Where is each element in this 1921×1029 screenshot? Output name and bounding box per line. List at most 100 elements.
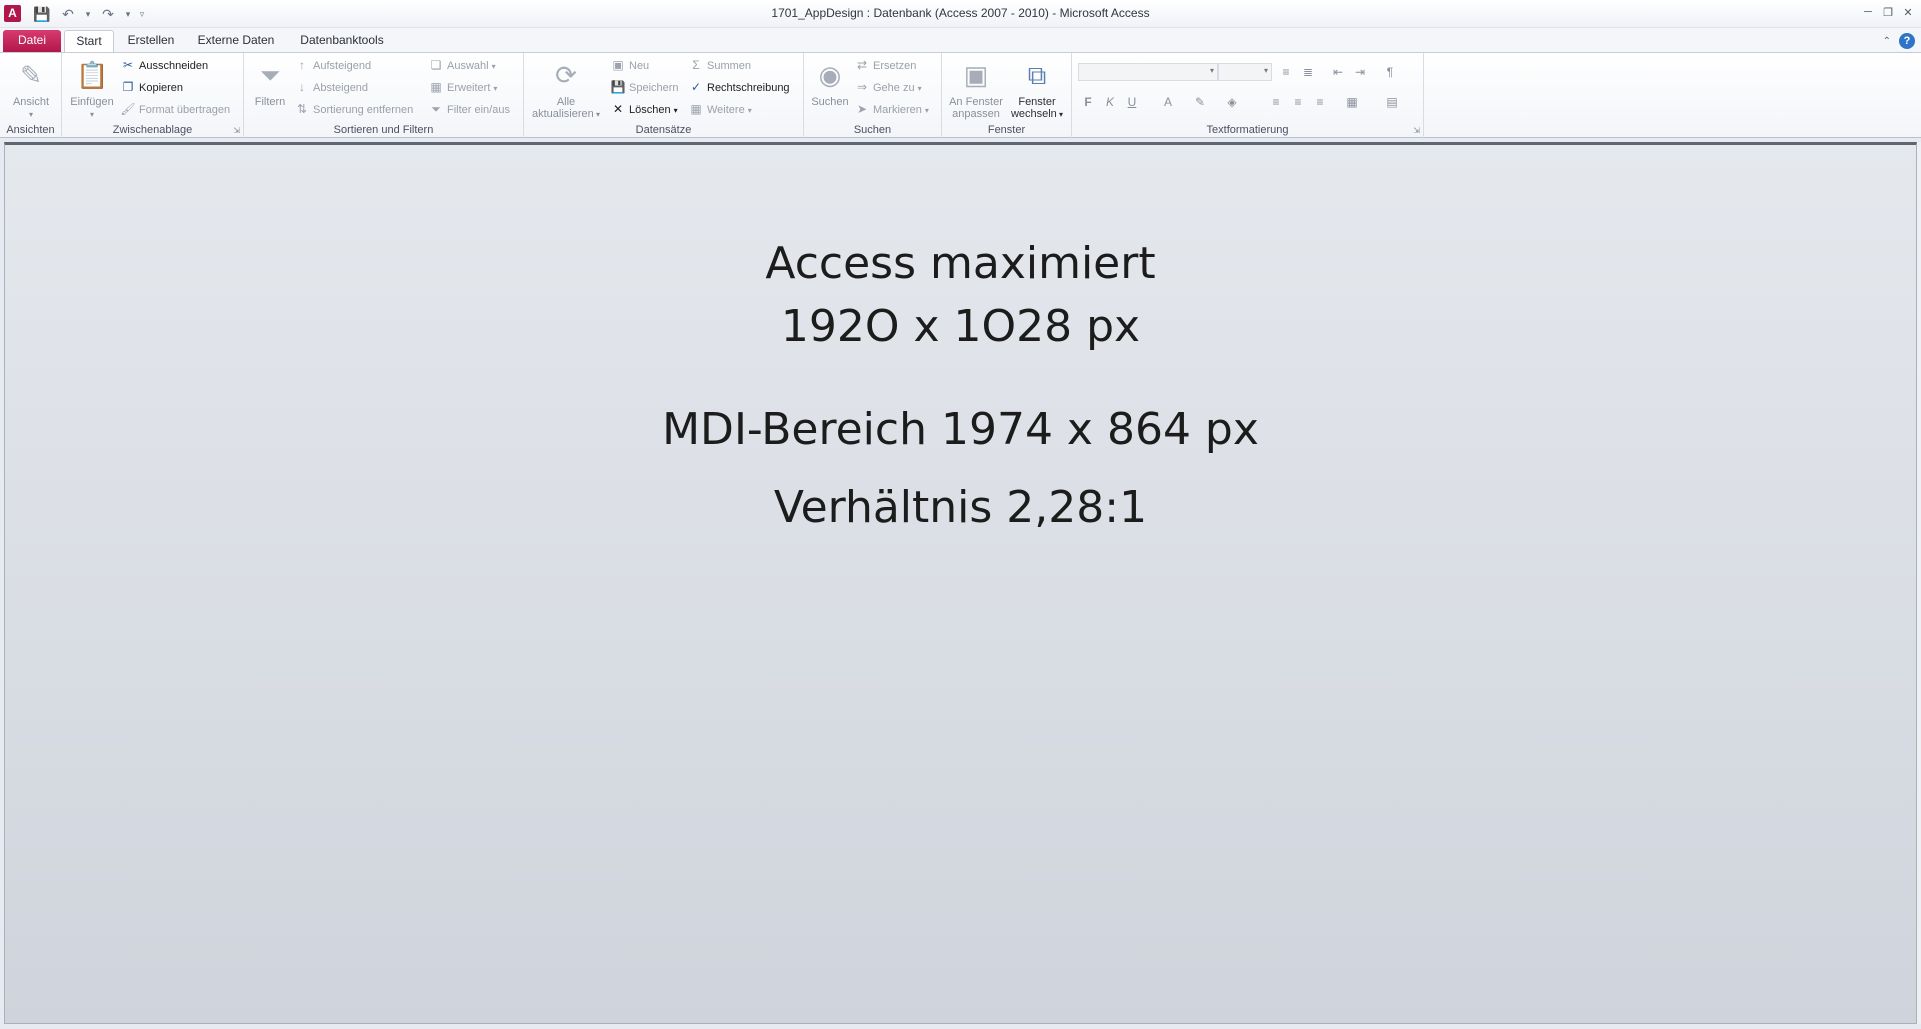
suchen-label: Suchen — [811, 96, 849, 108]
bold-button[interactable]: F — [1078, 93, 1098, 111]
weitere-button[interactable]: ▦ Weitere ▾ — [688, 100, 751, 118]
help-icon[interactable]: ? — [1899, 33, 1915, 49]
gehezu-dropdown-icon: ▾ — [917, 84, 922, 93]
ansicht-dropdown-icon: ▾ — [28, 110, 33, 119]
markieren-button[interactable]: ➤ Markieren ▾ — [854, 100, 929, 118]
paragraph-direction-icon[interactable]: ¶ — [1380, 63, 1400, 81]
group-datensaetze: ⟳ Alle aktualisieren ▾ ▣ Neu 💾 Speichern ✕… — [524, 53, 804, 139]
tab-datenbanktools[interactable]: Datenbanktools — [292, 30, 392, 52]
fit-window-icon: ▣ — [963, 60, 989, 90]
align-left-icon[interactable]: ≡ — [1266, 93, 1286, 111]
fill-color-icon[interactable]: ◈ — [1222, 93, 1242, 111]
group-textformatierung: ▾ ▾ ≡ ≣ ⇤ ⇥ ¶ F K U A ✎ ◈ ≡ ≡ ≡ ▦ ▤ Text… — [1072, 53, 1424, 139]
binoculars-icon: ◉ — [818, 60, 842, 90]
minimize-window-icon[interactable]: ─ — [1859, 4, 1877, 20]
format-label: Format übertragen — [139, 104, 231, 116]
tab-externe-daten[interactable]: Externe Daten — [192, 30, 280, 52]
summen-label: Summen — [707, 60, 752, 72]
decrease-indent-icon[interactable]: ⇤ — [1328, 63, 1348, 81]
markieren-label: Markieren — [873, 104, 922, 116]
auswahl-button[interactable]: ❏ Auswahl ▾ — [428, 56, 496, 74]
kopieren-label: Kopieren — [139, 82, 184, 94]
tab-datei[interactable]: Datei — [3, 30, 61, 52]
save-record-icon: 💾 — [610, 80, 626, 94]
spelling-check-icon: ✓ — [690, 80, 702, 94]
clear-sort-icon: ⇅ — [296, 102, 308, 116]
ausschneiden-label: Ausschneiden — [139, 60, 209, 72]
group-label-sortieren: Sortieren und Filtern — [333, 124, 434, 136]
gehezu-label: Gehe zu — [873, 82, 915, 94]
absteigend-button[interactable]: ↓ Absteigend — [294, 78, 368, 96]
group-ansichten: ✎ Ansicht ▾ Ansichten — [0, 53, 62, 139]
delete-icon: ✕ — [612, 102, 624, 116]
align-right-icon[interactable]: ≡ — [1310, 93, 1330, 111]
suchen-button[interactable]: ◉ Suchen — [808, 59, 852, 108]
neu-button[interactable]: ▣ Neu — [610, 56, 649, 74]
bullet-list-icon[interactable]: ≡ — [1276, 63, 1296, 81]
group-label-zwischenablage: Zwischenablage — [112, 124, 193, 136]
format-painter-icon: 🖌 — [120, 102, 136, 116]
group-suchen: ◉ Suchen ⇄ Ersetzen ⇒ Gehe zu ▾ ➤ Markieren ▾… — [804, 53, 942, 139]
restore-window-icon[interactable]: ❐ — [1879, 4, 1897, 20]
einfuegen-label: Einfügen — [70, 96, 114, 108]
group-zwischenablage: 📋 Einfügen ▾ ✂ Ausschneiden ❐ Kopieren 🖌 Fo… — [62, 53, 244, 139]
gehe-zu-button[interactable]: ⇒ Gehe zu ▾ — [854, 78, 922, 96]
ansicht-label: Ansicht — [12, 96, 50, 108]
filtern-button[interactable]: ⏷ Filtern — [248, 59, 292, 108]
sortierung-entfernen-button[interactable]: ⇅ Sortierung entfernen — [294, 100, 413, 118]
einfuegen-dropdown-icon: ▾ — [89, 110, 94, 119]
go-to-icon: ⇒ — [856, 80, 868, 94]
ausschneiden-button[interactable]: ✂ Ausschneiden — [120, 56, 208, 74]
erweitert-dropdown-icon: ▾ — [493, 84, 498, 93]
sort-descending-icon: ↓ — [299, 80, 305, 94]
tab-erstellen[interactable]: Erstellen — [120, 30, 182, 52]
speichern-button[interactable]: 💾 Speichern — [610, 78, 679, 96]
alle-aktualisieren-button[interactable]: ⟳ Alle aktualisieren ▾ — [528, 59, 604, 121]
close-window-icon[interactable]: ✕ — [1899, 4, 1917, 20]
zwischenablage-launcher-icon[interactable]: ⇲ — [233, 126, 240, 135]
aufsteigend-label: Aufsteigend — [313, 60, 372, 72]
alternate-row-color-icon[interactable]: ▤ — [1382, 93, 1402, 111]
align-center-icon[interactable]: ≡ — [1288, 93, 1308, 111]
minimize-ribbon-icon[interactable]: ⌃ — [1883, 36, 1891, 47]
wechseln-label-1: Fenster — [1018, 96, 1056, 108]
an-fenster-anpassen-button[interactable]: ▣ An Fenster anpassen — [946, 59, 1006, 120]
kopieren-button[interactable]: ❐ Kopieren — [120, 78, 183, 96]
format-uebertragen-button[interactable]: 🖌 Format übertragen — [120, 100, 230, 118]
ansicht-button[interactable]: ✎ Ansicht ▾ — [6, 59, 56, 121]
filter-icon: ⏷ — [259, 60, 281, 90]
rechtschreibung-button[interactable]: ✓ Rechtschreibung — [688, 78, 790, 96]
font-color-icon[interactable]: A — [1158, 93, 1178, 111]
italic-button[interactable]: K — [1100, 93, 1120, 111]
ersetzen-button[interactable]: ⇄ Ersetzen — [854, 56, 916, 74]
highlight-icon[interactable]: ✎ — [1190, 93, 1210, 111]
font-size-select[interactable]: ▾ — [1218, 63, 1272, 81]
underline-button[interactable]: U — [1122, 93, 1142, 111]
ribbon-tabs: Datei Start Erstellen Externe Daten Date… — [0, 28, 1921, 52]
gridlines-icon[interactable]: ▦ — [1342, 93, 1362, 111]
copy-icon: ❐ — [122, 80, 134, 94]
cut-icon: ✂ — [122, 58, 134, 72]
summen-button[interactable]: Σ Summen — [688, 56, 751, 74]
increase-indent-icon[interactable]: ⇥ — [1350, 63, 1370, 81]
mdi-line-verhaeltnis: Verhältnis 2,28:1 — [773, 482, 1148, 533]
einfuegen-button[interactable]: 📋 Einfügen ▾ — [66, 59, 118, 121]
tab-right-controls: ⌃ ? — [1883, 33, 1915, 49]
font-family-select[interactable]: ▾ — [1078, 63, 1218, 81]
group-fenster: ▣ An Fenster anpassen ⧉ Fenster wechseln… — [942, 53, 1072, 139]
filter-einaus-button[interactable]: ⏷ Filter ein/aus — [428, 100, 510, 118]
fenster-wechseln-button[interactable]: ⧉ Fenster wechseln ▾ — [1008, 59, 1066, 121]
group-label-datensaetze: Datensätze — [635, 124, 692, 136]
weitere-label: Weitere — [707, 104, 745, 116]
textformatierung-launcher-icon[interactable]: ⇲ — [1413, 126, 1420, 135]
tab-start[interactable]: Start — [64, 30, 114, 52]
neu-label: Neu — [629, 60, 650, 72]
title-bar: A 💾 ↶ ▾ ↷ ▾ ▿ 1701_AppDesign : Datenbank… — [0, 0, 1921, 28]
numbered-list-icon[interactable]: ≣ — [1298, 63, 1318, 81]
entfernen-label: Sortierung entfernen — [313, 104, 414, 116]
erweitert-button[interactable]: ▦ Erweitert ▾ — [428, 78, 497, 96]
aufsteigend-button[interactable]: ↑ Aufsteigend — [294, 56, 371, 74]
loeschen-button[interactable]: ✕ Löschen ▾ — [610, 100, 678, 118]
more-options-icon: ▦ — [690, 102, 702, 116]
group-sortieren-filtern: ⏷ Filtern ↑ Aufsteigend ↓ Absteigend ⇅ Sort… — [244, 53, 524, 139]
